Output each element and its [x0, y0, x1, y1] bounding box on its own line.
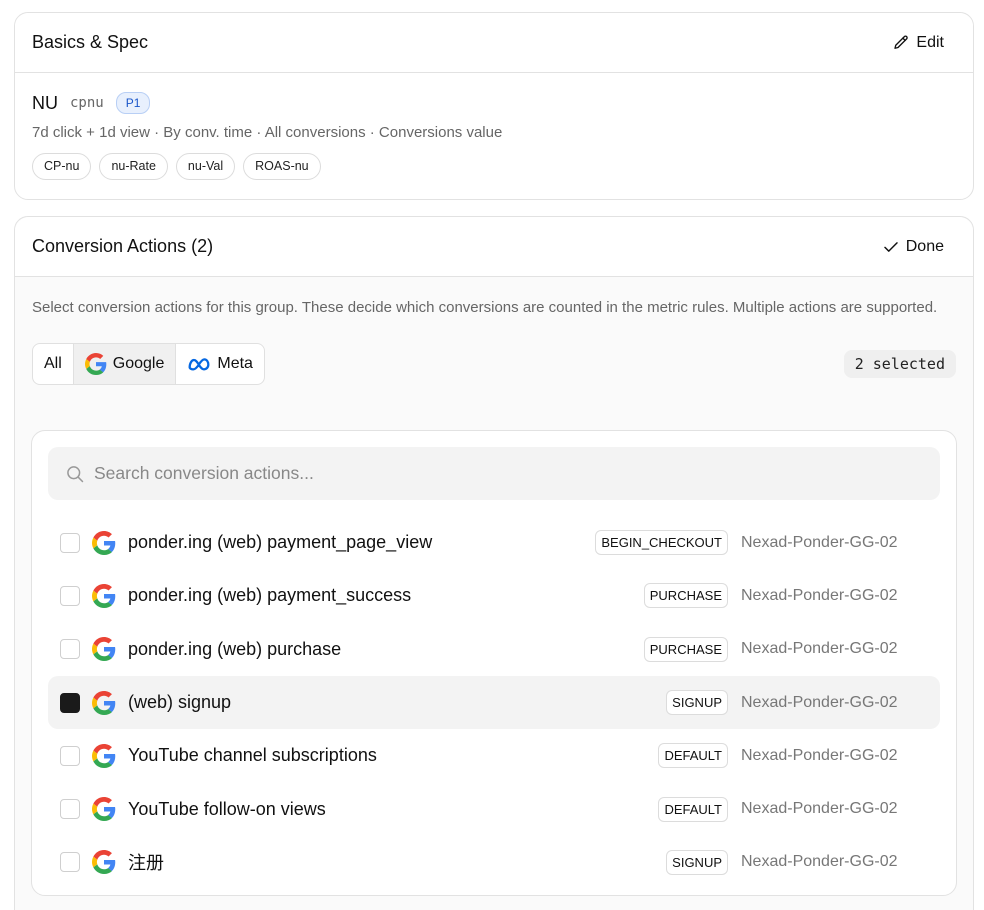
search-input[interactable]: [94, 463, 894, 484]
conversion-action-row[interactable]: ponder.ing (web) payment_success PURCHASE…: [48, 569, 940, 622]
pencil-icon: [894, 35, 909, 49]
row-checkbox[interactable]: [60, 585, 80, 606]
row-action-type-badge: DEFAULT: [658, 743, 728, 769]
conversion-action-row[interactable]: YouTube channel subscriptions DEFAULT Nexa…: [48, 729, 940, 782]
filter-all-label: All: [44, 355, 62, 372]
filter-meta-label: Meta: [217, 355, 253, 372]
selected-count-badge: 2 selected: [843, 350, 956, 378]
row-account-name: Nexad-Ponder-GG-02: [741, 693, 898, 711]
filter-google-label: Google: [112, 355, 165, 372]
google-icon: [92, 583, 116, 608]
spec-name: NU: [32, 92, 58, 113]
spec-description: 7d click + 1d view · By conv. time · All…: [32, 124, 503, 141]
row-action-name: (web) signup: [128, 692, 232, 713]
done-button[interactable]: Done: [870, 232, 956, 262]
meta-icon: [188, 358, 210, 371]
search-box: [48, 447, 940, 500]
row-action-type-badge: PURCHASE: [643, 583, 728, 609]
row-account-name: Nexad-Ponder-GG-02: [741, 586, 898, 604]
search-icon: [67, 465, 84, 482]
google-icon: [92, 530, 116, 555]
google-icon: [92, 743, 116, 768]
google-icon: [92, 690, 116, 715]
edit-button-label: Edit: [916, 33, 944, 51]
google-icon: [92, 850, 116, 875]
metric-chips: CP-nu nu-Rate nu-Val ROAS-nu: [32, 153, 956, 180]
google-icon: [92, 797, 116, 822]
row-action-type-badge: SIGNUP: [666, 849, 728, 875]
conversion-action-row[interactable]: YouTube follow-on views DEFAULT Nexad-Pond…: [48, 782, 940, 835]
row-action-type-badge: SIGNUP: [666, 690, 728, 716]
filter-all[interactable]: All: [33, 344, 74, 384]
platform-filter: All Google Meta: [32, 343, 265, 385]
row-checkbox[interactable]: [60, 692, 80, 713]
check-icon: [884, 241, 898, 252]
conversion-actions-card: Conversion Actions (2) Done Select conve…: [14, 216, 974, 910]
row-checkbox[interactable]: [60, 745, 80, 766]
edit-button[interactable]: Edit: [880, 28, 956, 58]
conversion-action-row[interactable]: ponder.ing (web) payment_page_view BEGIN_…: [48, 516, 940, 569]
conversion-action-row[interactable]: (web) signup SIGNUP Nexad-Ponder-GG-02: [48, 675, 940, 730]
done-button-label: Done: [905, 237, 944, 255]
row-action-type-badge: PURCHASE: [643, 636, 728, 662]
conversion-actions-list: ponder.ing (web) payment_page_view BEGIN_…: [31, 430, 957, 896]
spec-code: cpnu: [70, 95, 104, 111]
row-action-name: ponder.ing (web) payment_success: [128, 585, 412, 606]
conversion-actions-title: Conversion Actions (2): [32, 236, 214, 256]
row-account-name: Nexad-Ponder-GG-02: [741, 640, 898, 658]
conversion-actions-header: Conversion Actions (2) Done: [15, 217, 973, 277]
row-action-type-badge: DEFAULT: [658, 796, 728, 822]
row-action-type-badge: BEGIN_CHECKOUT: [595, 530, 728, 556]
row-action-name: 注册: [128, 853, 164, 874]
row-checkbox[interactable]: [60, 639, 80, 660]
row-account-name: Nexad-Ponder-GG-02: [741, 746, 898, 764]
row-account-name: Nexad-Ponder-GG-02: [741, 853, 898, 871]
google-icon: [92, 637, 116, 662]
row-action-name: YouTube channel subscriptions: [128, 745, 377, 766]
metric-chip: CP-nu: [32, 153, 92, 180]
basics-spec-header: Basics & Spec Edit: [15, 13, 973, 73]
row-action-name: ponder.ing (web) purchase: [128, 638, 342, 659]
row-action-name: ponder.ing (web) payment_page_view: [128, 532, 433, 553]
google-icon: [84, 353, 107, 375]
metric-chip: ROAS-nu: [243, 153, 321, 180]
conversion-action-row[interactable]: ponder.ing (web) purchase PURCHASE Nexad-P…: [48, 623, 940, 676]
help-text: Select conversion actions for this group…: [32, 299, 938, 316]
filter-meta[interactable]: Meta: [176, 344, 264, 384]
basics-spec-title: Basics & Spec: [32, 32, 149, 52]
basics-spec-card: Basics & Spec Edit NU cpnu P1 7d click +…: [14, 12, 974, 200]
action-rows: ponder.ing (web) payment_page_view BEGIN_…: [48, 516, 940, 889]
row-checkbox[interactable]: [60, 532, 80, 553]
row-checkbox[interactable]: [60, 799, 80, 820]
priority-badge: P1: [115, 92, 151, 114]
row-account-name: Nexad-Ponder-GG-02: [741, 533, 898, 551]
row-checkbox[interactable]: [60, 852, 80, 873]
row-action-name: YouTube follow-on views: [128, 798, 326, 819]
filter-google[interactable]: Google: [73, 344, 177, 384]
metric-chip: nu-Rate: [99, 153, 168, 180]
metric-chip: nu-Val: [175, 153, 236, 180]
conversion-action-row[interactable]: 注册 SIGNUP Nexad-Ponder-GG-02: [48, 836, 940, 889]
row-account-name: Nexad-Ponder-GG-02: [741, 800, 898, 818]
